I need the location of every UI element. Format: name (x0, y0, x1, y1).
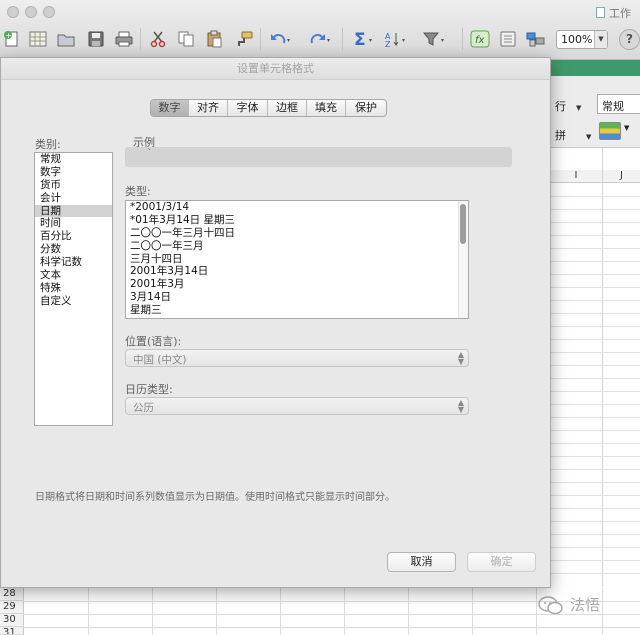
svg-text:+: + (5, 31, 12, 40)
column-header-i[interactable]: I (550, 170, 602, 183)
column-header-j[interactable]: J (602, 170, 640, 183)
conditional-format-icon[interactable] (599, 122, 621, 140)
category-label: 类别: (35, 138, 61, 151)
wrap-text-button[interactable]: 行 ▼ (555, 98, 581, 114)
svg-text:▾: ▾ (287, 37, 290, 44)
ok-button[interactable]: 确定 (467, 552, 536, 572)
tab-alignment[interactable]: 对齐 (189, 100, 228, 116)
gallery-icon[interactable] (26, 27, 50, 51)
save-icon[interactable] (84, 27, 108, 51)
type-item[interactable]: *2001/3/14 (126, 201, 468, 214)
category-item-currency[interactable]: 货币 (35, 179, 112, 192)
tab-font[interactable]: 字体 (228, 100, 268, 116)
locale-label: 位置(语言): (125, 335, 182, 348)
number-format-select[interactable]: 常规 (597, 94, 640, 114)
new-icon[interactable]: + (0, 27, 24, 51)
category-item-number[interactable]: 数字 (35, 166, 112, 179)
redo-icon[interactable]: ▾ (306, 27, 330, 51)
row-header-30[interactable]: 30 (0, 614, 24, 627)
type-item[interactable]: 2001年3月 (126, 278, 468, 291)
svg-text:▾: ▾ (441, 37, 444, 44)
type-item[interactable]: *01年3月14日 星期三 (126, 214, 468, 227)
zoom-window-button[interactable] (43, 6, 55, 18)
paste-icon[interactable] (202, 27, 226, 51)
function-icon[interactable]: fx (468, 27, 492, 51)
category-item-fraction[interactable]: 分数 (35, 243, 112, 256)
help-icon[interactable]: ? (619, 29, 640, 50)
category-item-general[interactable]: 常规 (35, 153, 112, 166)
tab-fill[interactable]: 填充 (307, 100, 346, 116)
format-description: 日期格式将日期和时间系列数值显示为日期值。使用时间格式只能显示时间部分。 (35, 492, 395, 503)
dialog-title: 设置单元格格式 (1, 58, 550, 80)
print-icon[interactable] (112, 27, 136, 51)
row-header-31[interactable]: 31 (0, 627, 24, 635)
type-list[interactable]: *2001/3/14 *01年3月14日 星期三 二〇〇一年三月十四日 二〇〇一… (125, 200, 469, 319)
close-window-button[interactable] (7, 6, 19, 18)
type-item[interactable]: 2001年3月14日 (126, 265, 468, 278)
watermark: 法悟 (538, 594, 600, 615)
window-title: 工作 (596, 5, 631, 21)
category-item-text[interactable]: 文本 (35, 269, 112, 282)
cut-icon[interactable] (146, 27, 170, 51)
svg-text:Z: Z (385, 40, 391, 48)
wechat-icon (538, 595, 563, 614)
category-item-accounting[interactable]: 会计 (35, 192, 112, 205)
category-item-special[interactable]: 特殊 (35, 282, 112, 295)
svg-text:fx: fx (475, 35, 485, 46)
updown-icon: ▲ ▼ (457, 350, 464, 366)
toolbox-icon[interactable] (496, 27, 520, 51)
minimize-window-button[interactable] (25, 6, 37, 18)
category-item-date[interactable]: 日期 (35, 204, 112, 218)
scroll-thumb[interactable] (460, 204, 466, 244)
merge-cells-button[interactable]: 拼 ▼ (555, 127, 591, 143)
open-icon[interactable] (54, 27, 78, 51)
category-item-time[interactable]: 时间 (35, 217, 112, 230)
undo-icon[interactable]: ▾ (268, 27, 292, 51)
calendar-label: 日历类型: (125, 383, 173, 396)
copy-icon[interactable] (174, 27, 198, 51)
updown-icon: ▲ ▼ (457, 398, 464, 414)
zoom-arrow-icon: ▼ (594, 31, 607, 48)
media-icon[interactable] (524, 27, 548, 51)
tab-number[interactable]: 数字 (151, 100, 189, 116)
type-list-scrollbar[interactable] (458, 201, 468, 318)
conditional-format-dropdown[interactable]: ▼ (624, 124, 629, 132)
autosum-icon[interactable]: Σ ▾ (352, 27, 376, 51)
sample-preview: ` (125, 147, 512, 167)
category-item-percentage[interactable]: 百分比 (35, 230, 112, 243)
tab-protection[interactable]: 保护 (346, 100, 386, 116)
format-painter-icon[interactable] (232, 27, 256, 51)
svg-text:▾: ▾ (402, 37, 405, 44)
type-item[interactable]: 三月十四日 (126, 253, 468, 266)
svg-text:Σ: Σ (354, 30, 366, 48)
type-label: 类型: (125, 185, 151, 198)
type-item[interactable]: 二〇〇一年三月十四日 (126, 227, 468, 240)
category-item-scientific[interactable]: 科学记数 (35, 256, 112, 269)
svg-text:▾: ▾ (369, 37, 372, 44)
category-list[interactable]: 常规 数字 货币 会计 日期 时间 百分比 分数 科学记数 文本 特殊 自定义 (34, 152, 113, 426)
type-item[interactable]: 3月14日 (126, 291, 468, 304)
zoom-select[interactable]: 100% ▼ (556, 30, 608, 49)
type-item[interactable]: 二〇〇一年三月 (126, 240, 468, 253)
ribbon-strip (550, 60, 640, 76)
sort-icon[interactable]: A Z ▾ (384, 27, 408, 51)
sheet-grid[interactable] (550, 148, 640, 588)
filter-icon[interactable]: ▾ (422, 27, 446, 51)
document-icon (596, 7, 605, 18)
cancel-button[interactable]: 取消 (387, 552, 456, 572)
calendar-select[interactable]: 公历 ▲ ▼ (125, 397, 469, 415)
row-header-29[interactable]: 29 (0, 601, 24, 614)
type-item[interactable]: 星期三 (126, 304, 468, 317)
svg-text:▾: ▾ (327, 37, 330, 44)
tab-border[interactable]: 边框 (268, 100, 307, 116)
row-header-28[interactable]: 28 (0, 588, 24, 601)
category-item-custom[interactable]: 自定义 (35, 295, 112, 308)
locale-select[interactable]: 中国 (中文) ▲ ▼ (125, 349, 469, 367)
dialog-tabs: 数字 对齐 字体 边框 填充 保护 (150, 99, 387, 117)
window-toolbar: 工作 + ▾ ▾ Σ ▾ A Z ▾ ▾ fx 100% ▼ ? (0, 0, 640, 60)
